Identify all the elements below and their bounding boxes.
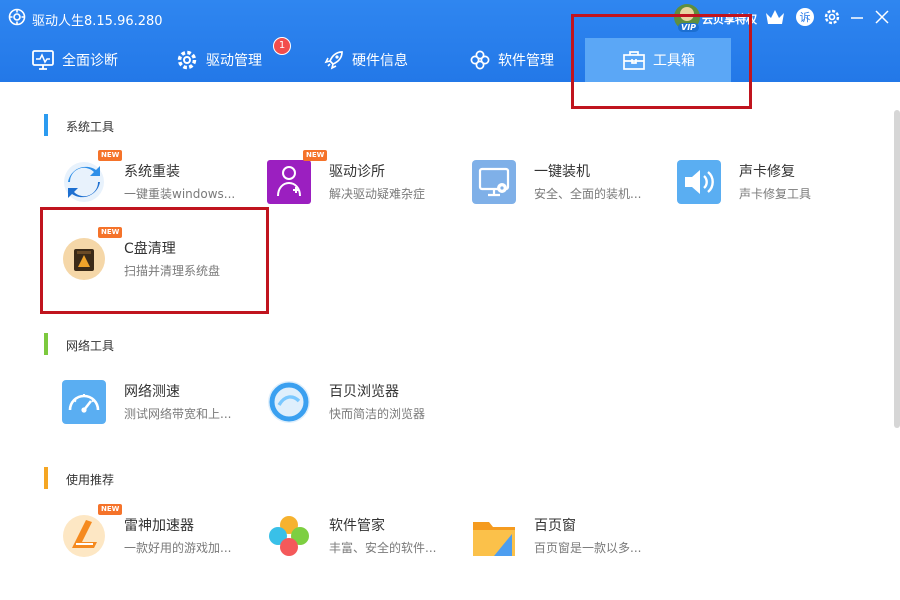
- tab-label: 全面诊断: [62, 53, 118, 69]
- vip-badge: VIP: [678, 23, 700, 32]
- tool-desc: 安全、全面的装机...: [534, 187, 642, 201]
- reinstall-icon: [64, 162, 104, 202]
- leishen-icon: [63, 515, 105, 557]
- tool-desc: 测试网络带宽和上...: [124, 407, 232, 421]
- settings-icon[interactable]: [821, 6, 843, 28]
- vip-promo-banner[interactable]: 云贝享特权 VIP: [670, 3, 762, 33]
- monitor-pulse-icon: [32, 50, 54, 70]
- software-manager-icon: [269, 516, 309, 556]
- tool-desc: 丰富、安全的软件...: [329, 541, 437, 555]
- tool-name: 系统重装: [124, 164, 180, 180]
- tool-name: 一键装机: [534, 164, 590, 180]
- tool-system-reinstall[interactable]: NEW 系统重装 一键重装windows...: [62, 150, 252, 208]
- tool-name: 百贝浏览器: [329, 384, 399, 400]
- tool-name: C盘清理: [124, 241, 176, 257]
- tool-network-speed-test[interactable]: 网络测速 测试网络带宽和上...: [62, 376, 252, 428]
- tool-desc: 百页窗是一款以多...: [534, 541, 642, 555]
- section-title: 系统工具: [66, 120, 115, 134]
- content-scrollbar[interactable]: [894, 110, 900, 428]
- tool-desc: 声卡修复工具: [739, 187, 812, 201]
- tool-desc: 扫描并清理系统盘: [124, 264, 221, 278]
- feedback-label: 诉: [800, 11, 811, 24]
- tool-baibei-browser[interactable]: 百贝浏览器 快而简洁的浏览器: [267, 376, 457, 428]
- new-tag: NEW: [98, 504, 123, 515]
- browser-icon: [268, 381, 310, 423]
- feedback-icon[interactable]: 诉: [794, 6, 816, 28]
- tool-name: 雷神加速器: [124, 518, 194, 534]
- main-tabs: 全面诊断 驱动管理 1 硬件信息 软件管理 工具箱: [0, 37, 900, 82]
- tool-name: 网络测速: [124, 384, 180, 400]
- new-tag: NEW: [98, 227, 123, 238]
- speaker-icon: [677, 160, 721, 204]
- tab-software-management[interactable]: 软件管理: [470, 38, 580, 82]
- tab-label: 驱动管理: [206, 53, 262, 69]
- tab-label: 软件管理: [498, 53, 554, 69]
- tool-name: 声卡修复: [739, 164, 795, 180]
- tool-desc: 一款好用的游戏加...: [124, 541, 232, 555]
- title-bar: 驱动人生8.15.96.280 云贝享特权 VIP 诉: [0, 0, 900, 36]
- tool-desc: 一键重装windows...: [124, 187, 236, 201]
- gear-icon: [177, 50, 197, 70]
- doctor-icon: [267, 160, 311, 204]
- app-logo-icon: [8, 8, 26, 26]
- tab-label: 硬件信息: [352, 53, 408, 69]
- folder-icon: [473, 522, 515, 556]
- update-count-badge: 1: [273, 37, 291, 55]
- app-title: 驱动人生8.15.96.280: [32, 14, 163, 29]
- crown-icon[interactable]: [764, 6, 786, 28]
- tool-name: 百页窗: [534, 518, 576, 534]
- install-icon: [472, 160, 516, 204]
- tool-sound-card-repair[interactable]: 声卡修复 声卡修复工具: [677, 156, 867, 208]
- tool-desc: 解决驱动疑难杂症: [329, 187, 426, 201]
- section-title: 使用推荐: [66, 473, 115, 487]
- promo-text: 云贝享特权: [702, 13, 757, 26]
- flower-icon: [470, 50, 490, 70]
- tool-name: 软件管家: [329, 518, 385, 534]
- tab-full-diagnosis[interactable]: 全面诊断: [32, 38, 142, 82]
- minimize-icon[interactable]: [846, 6, 868, 28]
- tab-label: 工具箱: [653, 53, 695, 69]
- new-tag: NEW: [98, 150, 123, 161]
- app-header: 驱动人生8.15.96.280 云贝享特权 VIP 诉 全面诊断 驱动管理 1 …: [0, 0, 900, 82]
- tab-hardware-info[interactable]: 硬件信息: [324, 38, 434, 82]
- tool-c-drive-clean[interactable]: NEW C盘清理 扫描并清理系统盘: [62, 227, 252, 285]
- tool-baiyechuang[interactable]: 百页窗 百页窗是一款以多...: [472, 510, 662, 562]
- tab-toolbox[interactable]: 工具箱: [585, 38, 731, 82]
- tool-leishen-accelerator[interactable]: NEW 雷神加速器 一款好用的游戏加...: [62, 504, 252, 562]
- tool-name: 驱动诊所: [329, 164, 385, 180]
- rocket-icon: [324, 51, 343, 70]
- disk-clean-icon: [63, 238, 105, 280]
- speedometer-icon: [62, 380, 106, 424]
- new-tag: NEW: [303, 150, 328, 161]
- tool-software-manager[interactable]: 软件管家 丰富、安全的软件...: [267, 510, 457, 562]
- toolbox-icon: [623, 51, 645, 70]
- close-icon[interactable]: [871, 6, 893, 28]
- section-title: 网络工具: [66, 339, 115, 353]
- tool-desc: 快而简洁的浏览器: [329, 407, 426, 421]
- tab-driver-management[interactable]: 驱动管理 1: [176, 37, 291, 82]
- tool-driver-clinic[interactable]: NEW 驱动诊所 解决驱动疑难杂症: [267, 150, 457, 208]
- tool-one-click-install[interactable]: 一键装机 安全、全面的装机...: [472, 156, 662, 208]
